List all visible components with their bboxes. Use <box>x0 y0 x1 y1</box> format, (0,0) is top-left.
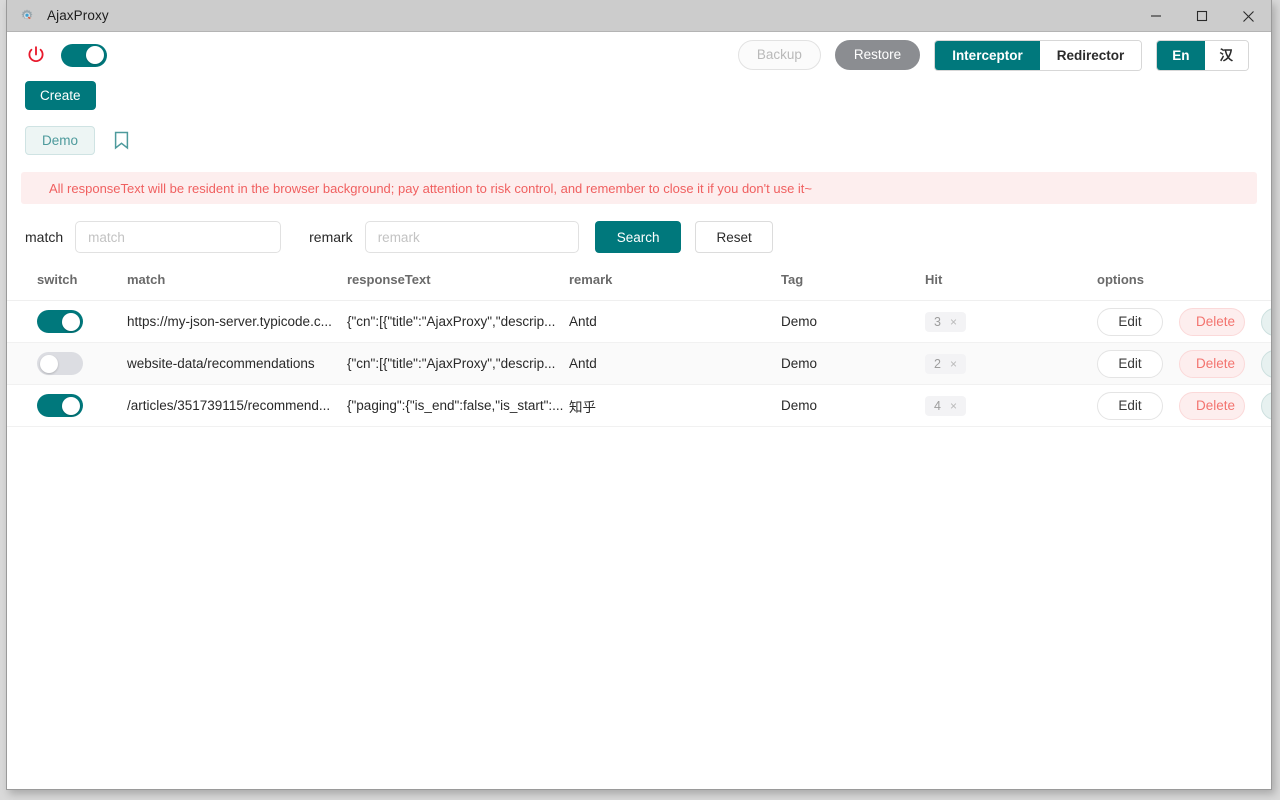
sidebar-item-demo[interactable]: Demo <box>25 126 95 155</box>
title-bar: AjaxProxy <box>7 0 1271 32</box>
app-content: Backup Restore Interceptor Redirector En… <box>7 32 1271 789</box>
row-switch[interactable] <box>37 352 83 375</box>
table-header: switch match responseText remark Tag Hit… <box>7 272 1271 301</box>
row-options: Edit Delete Copy <box>1097 308 1271 336</box>
hit-count: 2 <box>934 357 941 371</box>
row-hit-cell: 4× <box>925 385 1097 427</box>
toolbar: Backup Restore Interceptor Redirector En… <box>7 32 1271 78</box>
row-options-cell: Edit Delete Copy <box>1097 301 1271 343</box>
table-row: /articles/351739115/recommend...{"paging… <box>7 385 1271 427</box>
table-row: website-data/recommendations{"cn":[{"tit… <box>7 343 1271 385</box>
delete-button[interactable]: Delete <box>1179 350 1245 378</box>
power-icon[interactable] <box>25 43 47 67</box>
row-responsetext: {"paging":{"is_end":false,"is_start":... <box>347 385 569 427</box>
lang-en-button[interactable]: En <box>1157 41 1204 70</box>
row-hit-cell: 2× <box>925 343 1097 385</box>
row-match: /articles/351739115/recommend... <box>119 385 347 427</box>
col-hit: Hit <box>925 272 1097 301</box>
row-switch-cell <box>7 385 119 427</box>
row-switch[interactable] <box>37 310 83 333</box>
col-options: options <box>1097 272 1271 301</box>
row-tag: Demo <box>781 343 925 385</box>
delete-button[interactable]: Delete <box>1179 308 1245 336</box>
warning-banner: All responseText will be resident in the… <box>21 172 1257 204</box>
row-remark: 知乎 <box>569 385 781 427</box>
hit-badge: 4× <box>925 396 966 416</box>
table-row: https://my-json-server.typicode.c...{"cn… <box>7 301 1271 343</box>
rules-table: switch match responseText remark Tag Hit… <box>7 272 1271 427</box>
row-match: https://my-json-server.typicode.c... <box>119 301 347 343</box>
row-options-cell: Edit Delete Copy <box>1097 385 1271 427</box>
hit-remove-icon[interactable]: × <box>950 315 957 329</box>
create-row: Create <box>7 81 1271 110</box>
app-window: AjaxProxy <box>6 0 1272 790</box>
master-switch[interactable] <box>61 44 107 67</box>
row-responsetext: {"cn":[{"title":"AjaxProxy","descrip... <box>347 301 569 343</box>
table-header-row: switch match responseText remark Tag Hit… <box>7 272 1271 301</box>
bookmark-icon[interactable] <box>109 127 133 153</box>
hit-count: 3 <box>934 315 941 329</box>
mode-segmented-control: Interceptor Redirector <box>934 40 1142 71</box>
row-switch-knob <box>62 313 80 331</box>
hit-remove-icon[interactable]: × <box>950 357 957 371</box>
filter-bar: match remark Search Reset <box>7 221 1271 253</box>
copy-button[interactable]: Copy <box>1261 392 1271 420</box>
row-hit-cell: 3× <box>925 301 1097 343</box>
minimize-icon[interactable] <box>1133 0 1179 32</box>
remark-input[interactable] <box>365 221 579 253</box>
row-options: Edit Delete Copy <box>1097 350 1271 378</box>
create-button[interactable]: Create <box>25 81 96 110</box>
match-input[interactable] <box>75 221 281 253</box>
gear-icon <box>19 8 35 24</box>
col-remark: remark <box>569 272 781 301</box>
col-tag: Tag <box>781 272 925 301</box>
match-label: match <box>25 229 63 245</box>
row-remark: Antd <box>569 343 781 385</box>
col-responsetext: responseText <box>347 272 569 301</box>
remark-label: remark <box>309 229 353 245</box>
copy-button[interactable]: Copy <box>1261 350 1271 378</box>
window-title: AjaxProxy <box>47 8 109 23</box>
row-remark: Antd <box>569 301 781 343</box>
row-options-cell: Edit Delete Copy <box>1097 343 1271 385</box>
hit-badge: 2× <box>925 354 966 374</box>
delete-button[interactable]: Delete <box>1179 392 1245 420</box>
group-tabs: Demo <box>7 125 1271 155</box>
row-tag: Demo <box>781 385 925 427</box>
reset-button[interactable]: Reset <box>695 221 772 253</box>
copy-button[interactable]: Copy <box>1261 308 1271 336</box>
edit-button[interactable]: Edit <box>1097 392 1163 420</box>
lang-zh-button[interactable]: 汉 <box>1205 41 1249 70</box>
restore-button[interactable]: Restore <box>835 40 920 70</box>
edit-button[interactable]: Edit <box>1097 350 1163 378</box>
row-match: website-data/recommendations <box>119 343 347 385</box>
row-switch[interactable] <box>37 394 83 417</box>
toolbar-right-group: Backup Restore Interceptor Redirector En… <box>738 40 1249 71</box>
maximize-icon[interactable] <box>1179 0 1225 32</box>
language-segmented-control: En 汉 <box>1156 40 1249 71</box>
row-switch-cell <box>7 343 119 385</box>
row-switch-cell <box>7 301 119 343</box>
row-switch-knob <box>62 397 80 415</box>
hit-remove-icon[interactable]: × <box>950 399 957 413</box>
col-switch: switch <box>7 272 119 301</box>
toolbar-left-group <box>25 43 107 67</box>
table-body: https://my-json-server.typicode.c...{"cn… <box>7 301 1271 427</box>
master-switch-knob <box>86 46 104 64</box>
tab-redirector[interactable]: Redirector <box>1040 41 1142 70</box>
warning-text: All responseText will be resident in the… <box>49 181 812 196</box>
edit-button[interactable]: Edit <box>1097 308 1163 336</box>
col-match: match <box>119 272 347 301</box>
row-switch-knob <box>40 355 58 373</box>
hit-count: 4 <box>934 399 941 413</box>
search-button[interactable]: Search <box>595 221 682 253</box>
close-icon[interactable] <box>1225 0 1271 32</box>
row-tag: Demo <box>781 301 925 343</box>
hit-badge: 3× <box>925 312 966 332</box>
window-controls <box>1133 0 1271 32</box>
tab-interceptor[interactable]: Interceptor <box>935 41 1040 70</box>
row-responsetext: {"cn":[{"title":"AjaxProxy","descrip... <box>347 343 569 385</box>
backup-button[interactable]: Backup <box>738 40 821 70</box>
row-options: Edit Delete Copy <box>1097 392 1271 420</box>
